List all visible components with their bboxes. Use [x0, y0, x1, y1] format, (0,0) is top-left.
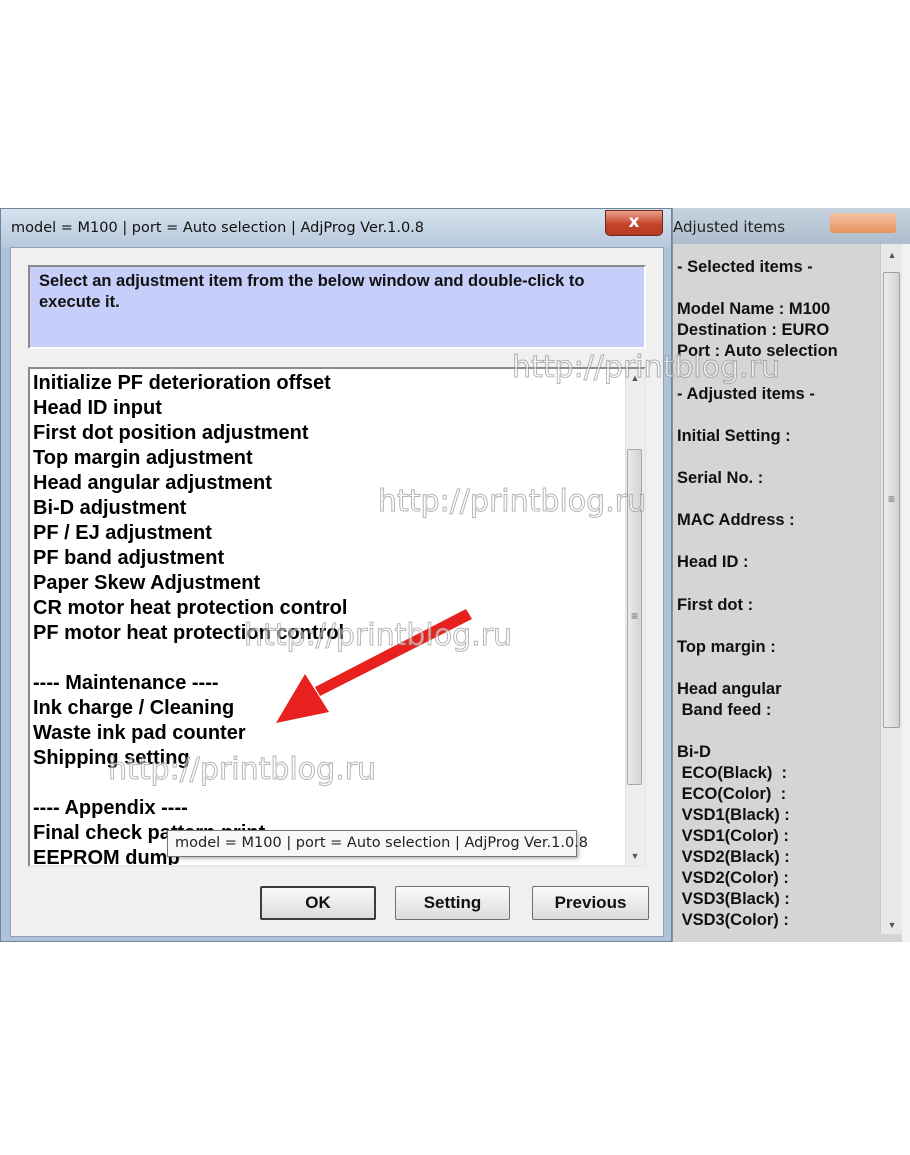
panel-line: ECO(Black) : [677, 764, 788, 782]
adjusted-items-list: - Selected items - Model Name : M100 Des… [673, 244, 881, 942]
panel-line: VSD2(Color) : [677, 869, 789, 887]
panel-line: VSD3(Color) : [677, 911, 789, 929]
panel-close-button[interactable] [830, 213, 896, 233]
panel-line: Destination : EURO [677, 321, 830, 339]
panel-line: - Adjusted items - [677, 385, 815, 403]
panel-line: Model Name : M100 [677, 300, 831, 318]
panel-line: Port : Auto selection [677, 342, 838, 360]
panel-titlebar[interactable]: Adjusted items [673, 208, 910, 244]
panel-line: Serial No. : [677, 469, 764, 487]
scroll-down-icon[interactable]: ▼ [883, 916, 901, 934]
panel-scrollbar[interactable]: ▲ ≡ ▼ [880, 244, 903, 934]
panel-line: VSD1(Color) : [677, 827, 789, 845]
adjusted-items-panel: Adjusted items - Selected items - Model … [672, 208, 910, 942]
panel-line: First dot : [677, 596, 754, 614]
scroll-up-icon[interactable]: ▲ [883, 246, 901, 264]
panel-line: VSD2(Black) : [677, 848, 790, 866]
panel-line: Top margin : [677, 638, 776, 656]
grip-icon: ≡ [888, 492, 896, 506]
panel-line: VSD3(Black) : [677, 890, 790, 908]
scroll-thumb[interactable]: ≡ [883, 272, 900, 728]
panel-line: - Selected items - [677, 258, 813, 276]
panel-title: Adjusted items [673, 218, 786, 236]
panel-line: VSD1(Black) : [677, 806, 790, 824]
panel-line: Bi-D [677, 743, 711, 761]
panel-line: Band feed : [677, 701, 772, 719]
panel-edge [902, 244, 910, 942]
panel-line: ECO(Color) : [677, 785, 787, 803]
panel-line: Initial Setting : [677, 427, 791, 445]
panel-line: Head ID : [677, 553, 749, 571]
panel-line: MAC Address : [677, 511, 795, 529]
panel-line: Head angular [677, 680, 782, 698]
